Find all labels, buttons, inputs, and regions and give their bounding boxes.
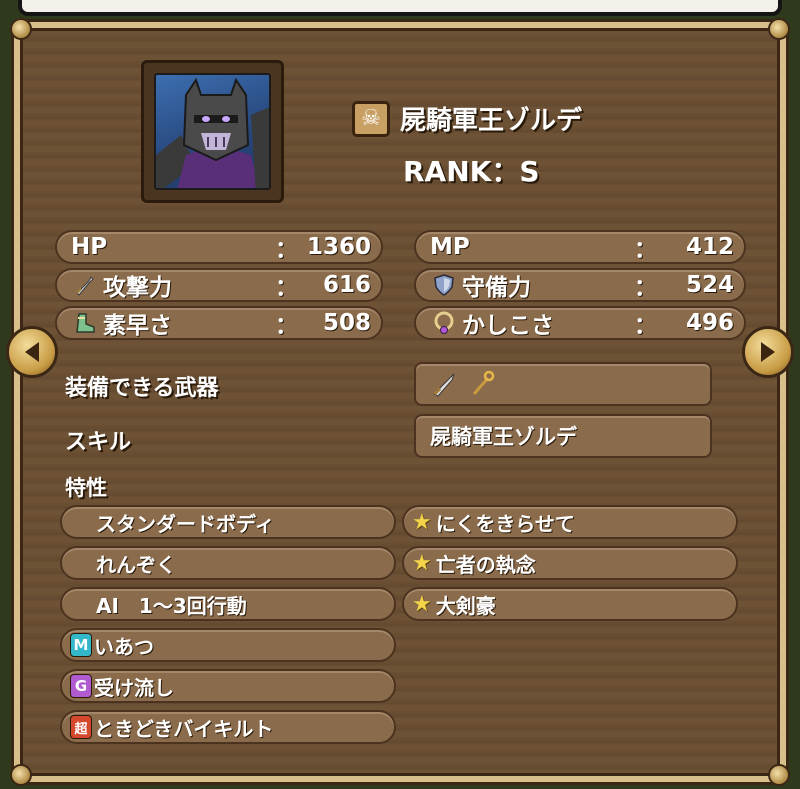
corner-ornament [768, 18, 790, 40]
trait-item[interactable]: れんぞく [60, 546, 396, 580]
trait-text: 受け流し [94, 675, 174, 700]
equipment-label: 装備できる武器 [65, 376, 219, 401]
stat-value: 616 [322, 272, 371, 298]
trait-text: いあつ [94, 634, 154, 659]
stat-label: かしこさ [462, 313, 554, 339]
stat-value: 496 [685, 310, 734, 336]
stat-agility: 素早さ ： 508 [55, 306, 383, 340]
trait-item[interactable]: AI 1～3回行動 [60, 587, 396, 621]
super-badge-icon: 超 [70, 715, 92, 739]
next-monster-button[interactable] [742, 326, 794, 378]
trait-item[interactable]: G 受け流し [60, 669, 396, 703]
stat-value: 524 [685, 272, 734, 298]
prev-monster-button[interactable] [6, 326, 58, 378]
staff-icon [468, 370, 496, 398]
monster-name-row: ☠ 屍騎軍王ゾルデ [352, 100, 582, 137]
star-icon: ★ [412, 591, 432, 617]
trait-text: にくをきらせて [435, 511, 575, 536]
stat-attack: 攻撃力 ： 616 [55, 268, 383, 302]
stat-value: 412 [685, 234, 734, 260]
corner-ornament [768, 764, 790, 786]
sword-icon [71, 271, 99, 299]
trait-text: 大剣豪 [435, 593, 496, 618]
skill-value: 屍騎軍王ゾルデ [430, 425, 577, 449]
stat-colon: ： [634, 313, 657, 339]
monster-portrait-frame[interactable] [141, 60, 284, 203]
corner-ornament [10, 18, 32, 40]
stat-label: 攻撃力 [103, 275, 172, 301]
stat-colon: ： [275, 313, 298, 339]
stat-label: 守備力 [462, 275, 531, 301]
stat-label: HP [71, 234, 108, 260]
stat-wisdom: かしこさ ： 496 [414, 306, 746, 340]
m-badge-icon: M [70, 633, 92, 657]
stat-colon: ： [634, 275, 657, 301]
trait-text: ときどきバイキルト [94, 716, 274, 741]
stat-colon: ： [275, 237, 298, 263]
trait-text: AI 1～3回行動 [96, 593, 247, 618]
stat-value: 508 [322, 310, 371, 336]
half-star-icon: ★ [412, 550, 432, 576]
top-bar [18, 0, 782, 16]
stat-defense: 守備力 ： 524 [414, 268, 746, 302]
trait-item[interactable]: 超 ときどきバイキルト [60, 710, 396, 744]
g-badge-icon: G [70, 674, 92, 698]
stat-hp: HP ： 1360 [55, 230, 383, 264]
stat-value: 1360 [306, 234, 371, 260]
corner-ornament [10, 764, 32, 786]
equipment-box[interactable] [414, 362, 712, 406]
stat-label: 素早さ [103, 313, 172, 339]
monster-portrait [154, 73, 271, 190]
monster-rank: RANK：S [403, 155, 540, 188]
skull-icon: ☠ [352, 100, 390, 137]
trait-text: れんぞく [96, 552, 176, 577]
shield-icon [430, 271, 458, 299]
trait-item[interactable]: ★ 亡者の執念 [402, 546, 738, 580]
knight-portrait-icon [156, 77, 269, 188]
monster-name: 屍騎軍王ゾルデ [400, 106, 583, 136]
arrow-right-icon [761, 342, 775, 362]
skill-box[interactable]: 屍騎軍王ゾルデ [414, 414, 712, 458]
stat-mp: MP ： 412 [414, 230, 746, 264]
stat-label: MP [430, 234, 470, 260]
trait-text: スタンダードボディ [96, 511, 275, 536]
half-star-icon: ★ [412, 509, 432, 535]
sword-icon [430, 370, 458, 398]
stat-colon: ： [275, 275, 298, 301]
trait-item[interactable]: スタンダードボディ [60, 505, 396, 539]
traits-label: 特性 [65, 476, 107, 500]
boot-icon [71, 309, 99, 337]
stat-colon: ： [634, 237, 657, 263]
trait-text: 亡者の執念 [435, 552, 536, 577]
ring-icon [430, 309, 458, 337]
skill-label: スキル [65, 430, 132, 455]
trait-item[interactable]: ★ 大剣豪 [402, 587, 738, 621]
trait-item[interactable]: ★ にくをきらせて [402, 505, 738, 539]
arrow-left-icon [25, 342, 39, 362]
trait-item[interactable]: M いあつ [60, 628, 396, 662]
